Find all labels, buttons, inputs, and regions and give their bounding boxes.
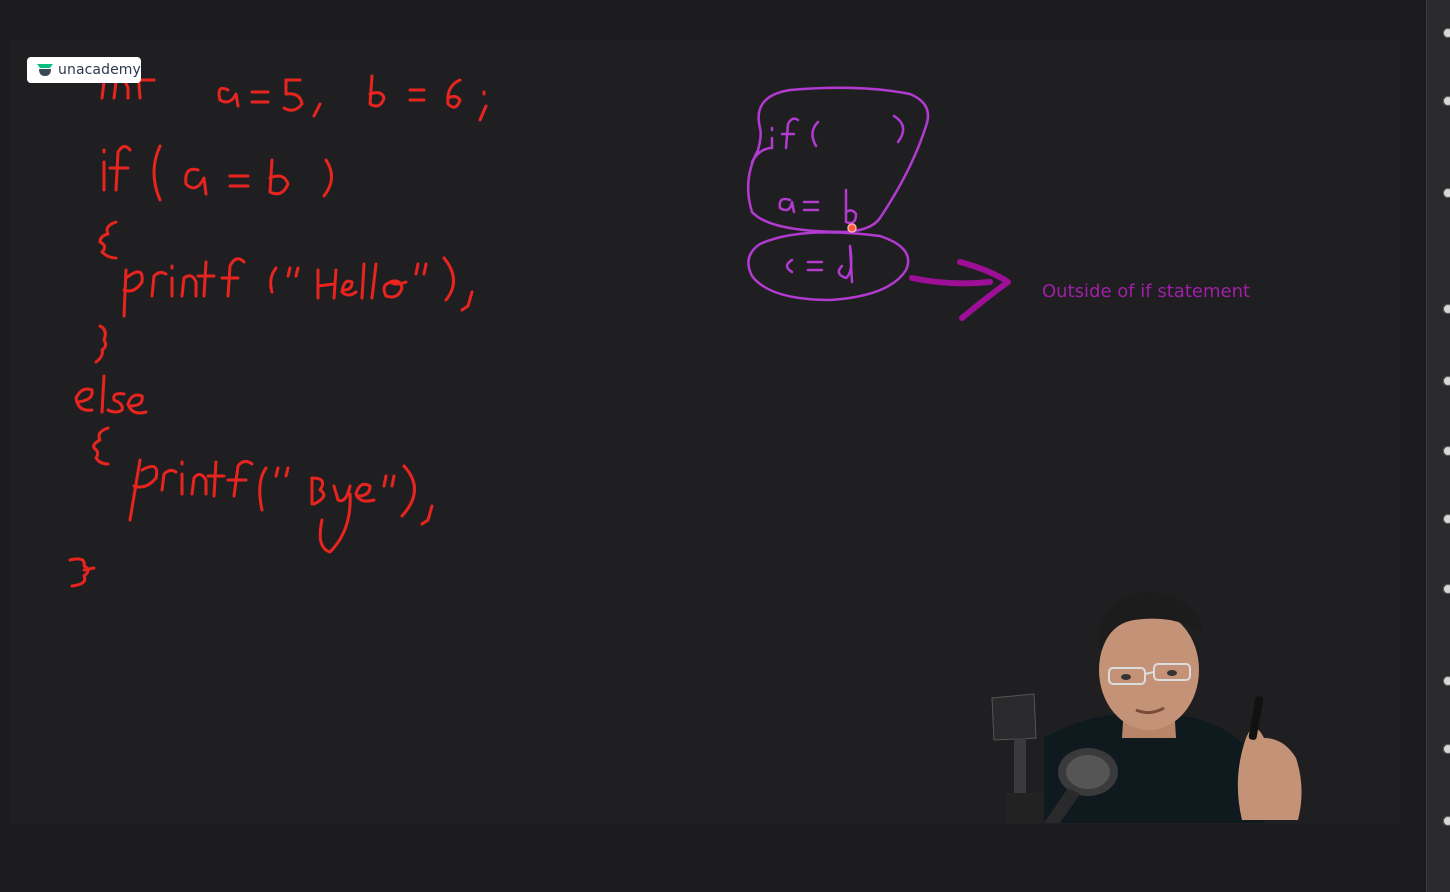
participant-avatar[interactable] [1443,744,1450,754]
participant-avatar[interactable] [1443,446,1450,456]
participant-avatar[interactable] [1443,676,1450,686]
code-line-2 [102,144,333,202]
participant-avatar[interactable] [1443,188,1450,198]
unacademy-logo: unacademy [27,57,141,83]
code-line-8 [128,458,434,554]
participant-avatar[interactable] [1443,28,1450,38]
logo-text: unacademy [58,62,141,78]
presenter-webcam [984,588,1310,823]
participant-avatar[interactable] [1443,304,1450,314]
code-line-6 [74,374,148,415]
code-line-3 [98,220,118,260]
arrow-icon [909,259,1011,321]
participant-avatar[interactable] [1443,816,1450,826]
code-line-4 [122,256,474,318]
code-line-7 [92,426,110,466]
webcam-video [984,588,1310,823]
code-line-1 [100,68,488,122]
participant-avatar[interactable] [1443,376,1450,386]
unacademy-logo-icon [37,64,53,76]
code-line-9 [68,557,96,588]
participant-avatar[interactable] [1443,96,1450,106]
flow-diagram [746,86,930,302]
participant-avatar[interactable] [1443,514,1450,524]
participant-avatar[interactable] [1443,584,1450,594]
pointer-dot [847,223,857,233]
code-line-5 [94,324,108,364]
annotation-label: Outside of if statement [1042,281,1251,302]
